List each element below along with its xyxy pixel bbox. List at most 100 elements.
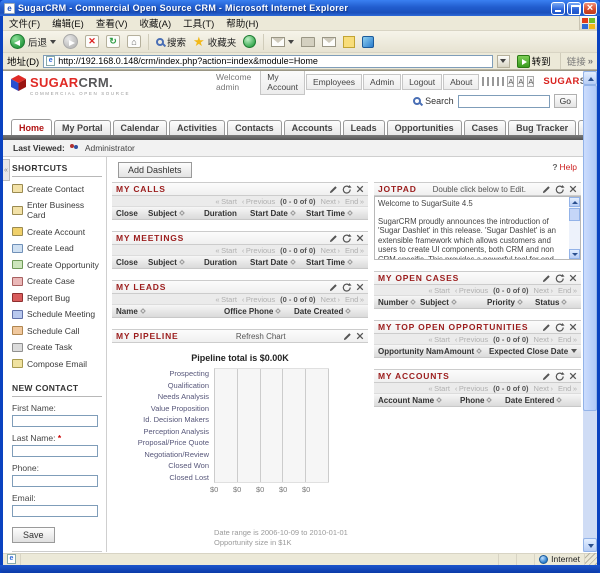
last-name-field[interactable] — [12, 445, 98, 457]
menu-edit[interactable]: 编辑(E) — [46, 15, 90, 31]
pagination-end[interactable]: End — [558, 335, 577, 344]
pagination-end[interactable]: End — [558, 384, 577, 393]
nav-my-account[interactable]: My Account — [260, 71, 305, 95]
pagination-next[interactable]: Next — [534, 335, 553, 344]
pagination-start[interactable]: Start — [428, 384, 450, 393]
close-icon[interactable] — [569, 274, 577, 282]
close-icon[interactable] — [569, 185, 577, 193]
stop-button[interactable]: ✕ — [83, 34, 101, 49]
font-size-medium-button[interactable]: A — [517, 76, 524, 87]
pagination-previous[interactable]: Previous — [242, 295, 275, 304]
column-priority[interactable]: Priority — [487, 298, 535, 307]
refresh-button[interactable]: ↻ — [104, 34, 122, 49]
close-button[interactable] — [583, 2, 597, 15]
crm-search-go-button[interactable]: Go — [554, 94, 577, 108]
column-date-created[interactable]: Date Created — [294, 307, 364, 316]
email-field[interactable] — [12, 505, 98, 517]
resize-grip[interactable] — [585, 553, 597, 565]
nav-admin[interactable]: Admin — [363, 74, 401, 90]
links-menu[interactable]: 链接 » — [567, 54, 593, 68]
shortcut-report-bug[interactable]: Report Bug — [12, 286, 102, 303]
column-phone[interactable]: Phone — [460, 396, 505, 405]
scroll-up-icon[interactable] — [569, 197, 580, 207]
column-close[interactable]: Close — [116, 209, 148, 218]
column-office-phone[interactable]: Office Phone — [224, 307, 294, 316]
column-amount[interactable]: Amount — [444, 347, 489, 356]
pagination-next[interactable]: Next — [321, 295, 340, 304]
pagination-end[interactable]: End — [345, 246, 364, 255]
pagination-next[interactable]: Next — [321, 197, 340, 206]
edit-icon[interactable] — [329, 283, 338, 292]
column-duration[interactable]: Duration — [204, 209, 250, 218]
back-button[interactable]: 后退 — [8, 33, 58, 50]
pagination-start[interactable]: Start — [428, 286, 450, 295]
font-size-small-button[interactable]: A — [507, 76, 514, 87]
help-link[interactable]: Help — [560, 162, 577, 172]
column-subject[interactable]: Subject — [148, 258, 204, 267]
nav-about[interactable]: About — [443, 74, 479, 90]
sidebar-collapse-handle[interactable]: « — [3, 159, 10, 181]
edit-icon[interactable] — [343, 332, 352, 341]
theme-swatch[interactable] — [497, 77, 499, 86]
column-opportunity-name[interactable]: Opportunity Name — [378, 347, 444, 356]
jotpad-textarea[interactable]: Welcome to SugarSuite 4.5 SugarCRM proud… — [374, 196, 581, 260]
pagination-start[interactable]: Start — [215, 246, 237, 255]
forward-button[interactable] — [61, 33, 80, 50]
pagination-previous[interactable]: Previous — [455, 335, 488, 344]
tab-my-portal[interactable]: My Portal — [54, 120, 111, 135]
refresh-icon[interactable] — [342, 234, 352, 243]
column-name[interactable]: Name — [116, 307, 224, 316]
column-start-date[interactable]: Start Date — [250, 209, 306, 218]
save-button[interactable]: Save — [12, 527, 55, 543]
menu-help[interactable]: 帮助(H) — [220, 15, 264, 31]
theme-swatch[interactable] — [492, 77, 494, 86]
refresh-icon[interactable] — [555, 323, 565, 332]
pagination-previous[interactable]: Previous — [242, 246, 275, 255]
pagination-end[interactable]: End — [345, 295, 364, 304]
minimize-button[interactable] — [551, 2, 565, 15]
scroll-down-icon[interactable] — [583, 538, 597, 552]
notes-button[interactable] — [341, 35, 357, 49]
history-button[interactable] — [241, 34, 258, 49]
column-expected-close-date[interactable]: Expected Close Date — [489, 347, 577, 356]
pagination-end[interactable]: End — [558, 286, 577, 295]
scroll-down-icon[interactable] — [569, 249, 580, 259]
jotpad-scrollbar[interactable] — [569, 197, 580, 259]
edit-icon[interactable] — [542, 185, 551, 194]
refresh-icon[interactable] — [342, 283, 352, 292]
shortcut-schedule-call[interactable]: Schedule Call — [12, 319, 102, 336]
tab-calendar[interactable]: Calendar — [113, 120, 168, 135]
scroll-up-icon[interactable] — [583, 71, 597, 85]
pagination-previous[interactable]: Previous — [455, 286, 488, 295]
column-subject[interactable]: Subject — [420, 298, 487, 307]
theme-swatch[interactable] — [487, 77, 489, 86]
home-button[interactable]: ⌂ — [125, 34, 143, 49]
column-subject[interactable]: Subject — [148, 209, 204, 218]
theme-swatch[interactable] — [482, 77, 484, 86]
edit-icon[interactable] — [329, 185, 338, 194]
tab-leads[interactable]: Leads — [343, 120, 385, 135]
menu-tools[interactable]: 工具(T) — [177, 15, 220, 31]
pagination-next[interactable]: Next — [534, 384, 553, 393]
menu-view[interactable]: 查看(V) — [90, 15, 134, 31]
edit-button[interactable] — [320, 36, 338, 48]
column-start-time[interactable]: Start Time — [306, 258, 364, 267]
favorites-button[interactable]: ★ 收藏夹 — [191, 34, 238, 50]
theme-swatch[interactable] — [502, 77, 504, 86]
column-start-time[interactable]: Start Time — [306, 209, 364, 218]
column-status[interactable]: Status — [535, 298, 577, 307]
shortcut-enter-business-card[interactable]: Enter Business Card — [12, 194, 102, 221]
tab-contacts[interactable]: Contacts — [227, 120, 282, 135]
pagination-previous[interactable]: Previous — [242, 197, 275, 206]
refresh-icon[interactable] — [555, 372, 565, 381]
search-button[interactable]: 搜索 — [154, 34, 188, 50]
close-icon[interactable] — [569, 323, 577, 331]
refresh-icon[interactable] — [342, 185, 352, 194]
tab-activities[interactable]: Activities — [169, 120, 225, 135]
shortcut-create-task[interactable]: Create Task — [12, 336, 102, 353]
edit-icon[interactable] — [542, 372, 551, 381]
add-dashlets-button[interactable]: Add Dashlets — [118, 162, 192, 178]
close-icon[interactable] — [356, 234, 364, 242]
tab-home[interactable]: Home — [11, 119, 52, 135]
scroll-thumb[interactable] — [569, 208, 580, 221]
